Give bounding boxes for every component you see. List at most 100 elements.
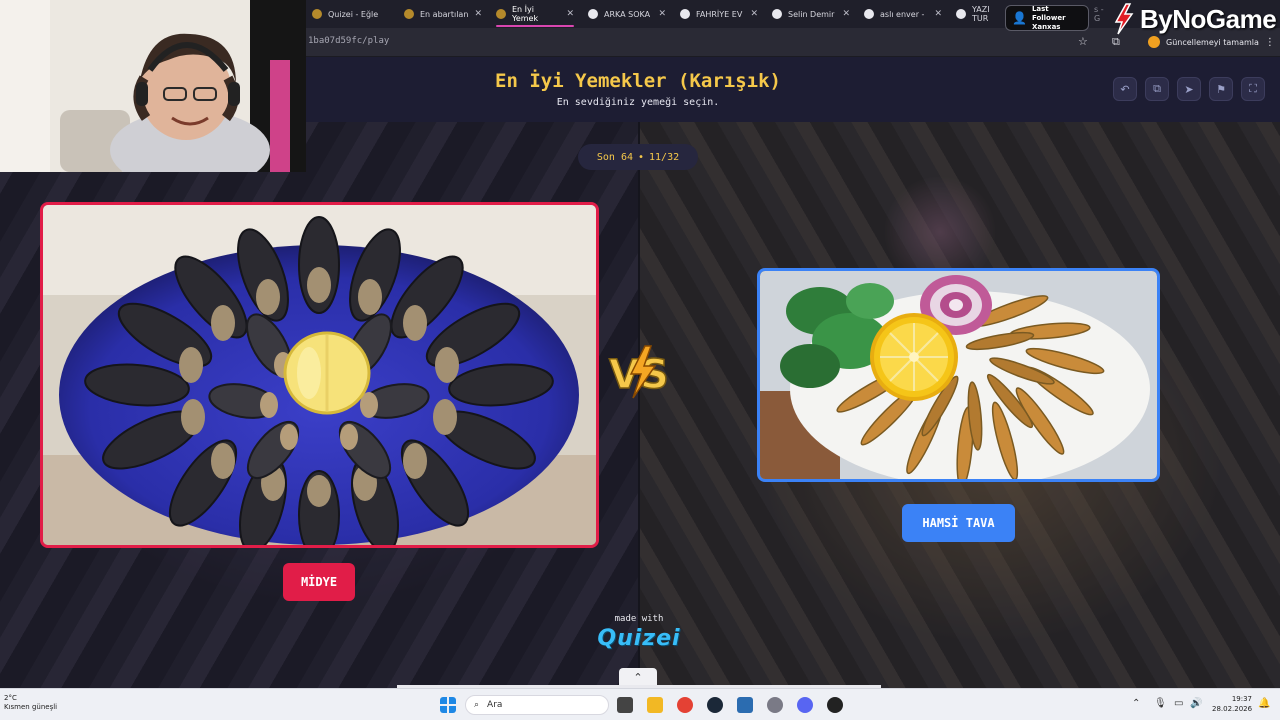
tab-label: FAHRİYE EV bbox=[696, 9, 743, 19]
file-explorer-icon[interactable] bbox=[647, 697, 663, 713]
report-button[interactable]: ⚑ bbox=[1209, 77, 1233, 101]
tab-fahriye[interactable]: FAHRİYE EV ✕ bbox=[674, 4, 764, 24]
quiz-header: En İyi Yemekler (Karışık) En sevdiğiniz … bbox=[306, 57, 1280, 122]
undo-icon: ↶ bbox=[1120, 82, 1130, 96]
quizei-favicon-icon bbox=[404, 9, 414, 19]
more-menu-icon[interactable]: ⋮ bbox=[1265, 37, 1275, 48]
tab-asli-enver[interactable]: aslı enver - ✕ bbox=[858, 4, 948, 24]
chevron-up-icon: ⌃ bbox=[633, 670, 643, 684]
streamer-webcam-image bbox=[0, 0, 306, 172]
tab-label: En İyi Yemek bbox=[512, 5, 539, 23]
share-button[interactable]: ⧉ bbox=[1145, 77, 1169, 101]
tab-selin-demir[interactable]: Selin Demir ✕ bbox=[766, 4, 856, 24]
tab-overflow: s - G bbox=[1088, 4, 1112, 24]
weather-temp: 2°C bbox=[4, 694, 17, 702]
choose-left-button[interactable]: MİDYE bbox=[283, 563, 355, 601]
search-icon: ⌕ bbox=[474, 700, 480, 710]
tab-en-iyi-yemek[interactable]: En İyi Yemek ✕ bbox=[490, 4, 580, 27]
url-field[interactable]: 1ba07d59fc/play bbox=[308, 36, 389, 46]
store-icon[interactable] bbox=[737, 697, 753, 713]
quiz-stage: Son 64 • 11/32 VS MİDYE HAMSİ TAVA made … bbox=[0, 122, 1280, 688]
follower-name: Xanxas bbox=[1031, 22, 1061, 31]
taskbar: 2°C Kısmen güneşli ⌕ Ara ⌃ 🎙 ▭ 🔊 19:37 2… bbox=[0, 688, 1280, 720]
tab-label: ARKA SOKA bbox=[604, 9, 651, 19]
search-placeholder: Ara bbox=[487, 700, 503, 710]
follower-title: Last Follower bbox=[1031, 4, 1066, 22]
tab-quizei[interactable]: Quizei - Eğle bbox=[306, 4, 398, 24]
tab-yazi-tura[interactable]: YAZI TUR bbox=[950, 4, 1006, 24]
close-icon[interactable]: ✕ bbox=[934, 9, 942, 19]
microphone-icon[interactable]: 🎙 bbox=[1154, 698, 1167, 709]
lemon-icon bbox=[283, 331, 371, 415]
system-clock[interactable]: 19:37 28.02.2026 bbox=[1212, 694, 1252, 714]
quiz-subtitle: En sevdiğiniz yemeği seçin. bbox=[556, 97, 720, 108]
vs-emblem-icon: VS bbox=[608, 345, 670, 399]
channel-brand: ByNoGame bbox=[1110, 0, 1280, 38]
windows-start-icon[interactable] bbox=[440, 697, 456, 713]
fullscreen-button[interactable]: ⛶ bbox=[1241, 77, 1265, 101]
tab-label: YAZI TUR bbox=[972, 5, 990, 23]
lemon-slice-icon bbox=[870, 313, 958, 401]
tab-label: aslı enver - bbox=[880, 9, 925, 19]
volume-icon[interactable]: 🔊 bbox=[1190, 698, 1202, 709]
screen: Quizei - Eğle En abartılan ✕ En İyi Yeme… bbox=[0, 0, 1280, 720]
discord-icon[interactable] bbox=[797, 697, 813, 713]
last-follower-badge: 👤 Last Follower Xanxas bbox=[1005, 5, 1089, 31]
send-icon: ➤ bbox=[1184, 82, 1194, 96]
round-progress: 11/32 bbox=[649, 151, 680, 163]
tab-label: Quizei - Eğle bbox=[328, 9, 379, 19]
close-icon[interactable]: ✕ bbox=[566, 9, 574, 19]
taskbar-search[interactable]: ⌕ Ara bbox=[465, 695, 609, 715]
mussels-plate-image bbox=[43, 205, 596, 545]
close-icon[interactable]: ✕ bbox=[750, 9, 758, 19]
choose-right-button[interactable]: HAMSİ TAVA bbox=[902, 504, 1015, 542]
quizei-favicon-icon bbox=[496, 9, 506, 19]
update-label: Güncellemeyi tamamla bbox=[1166, 37, 1259, 47]
left-choice-image[interactable] bbox=[40, 202, 599, 548]
tab-en-abartilan[interactable]: En abartılan ✕ bbox=[398, 4, 488, 24]
chrome-icon[interactable] bbox=[677, 697, 693, 713]
steam-icon[interactable] bbox=[707, 697, 723, 713]
notifications-icon[interactable]: 🔔 bbox=[1258, 698, 1270, 709]
flag-icon: ⚑ bbox=[1216, 82, 1226, 96]
user-icon: 👤 bbox=[1012, 11, 1027, 25]
close-icon[interactable]: ✕ bbox=[474, 9, 482, 19]
round-separator: • bbox=[637, 151, 645, 163]
center-divider bbox=[638, 122, 640, 688]
right-choice-image[interactable] bbox=[757, 268, 1160, 482]
bynogame-logo-icon bbox=[1114, 3, 1134, 35]
chevron-up-icon[interactable]: ⌃ bbox=[1132, 698, 1140, 709]
google-favicon-icon bbox=[772, 9, 782, 19]
task-view-icon[interactable] bbox=[617, 697, 633, 713]
quizei-logo[interactable]: Quizei bbox=[592, 626, 686, 651]
clock-date: 28.02.2026 bbox=[1212, 705, 1253, 713]
google-favicon-icon bbox=[680, 9, 690, 19]
channel-brand-name: ByNoGame bbox=[1140, 3, 1277, 34]
quizei-favicon-icon bbox=[312, 9, 322, 19]
send-button[interactable]: ➤ bbox=[1177, 77, 1201, 101]
weather-desc: Kısmen güneşli bbox=[4, 703, 58, 711]
tab-label: Selin Demir bbox=[788, 9, 835, 19]
undo-button[interactable]: ↶ bbox=[1113, 77, 1137, 101]
tab-label: En abartılan bbox=[420, 9, 469, 19]
tab-overflow-label: s - G bbox=[1094, 5, 1104, 23]
settings-gear-icon[interactable] bbox=[767, 697, 783, 713]
google-favicon-icon bbox=[864, 9, 874, 19]
fullscreen-icon: ⛶ bbox=[1249, 82, 1257, 95]
close-icon[interactable]: ✕ bbox=[658, 9, 666, 19]
close-icon[interactable]: ✕ bbox=[842, 9, 850, 19]
round-indicator: Son 64 • 11/32 bbox=[578, 144, 698, 170]
weather-widget[interactable]: 2°C Kısmen güneşli bbox=[4, 694, 57, 712]
obs-icon[interactable] bbox=[827, 697, 843, 713]
bookmark-star-icon[interactable]: ☆ bbox=[1078, 35, 1088, 48]
clock-time: 19:37 bbox=[1231, 695, 1252, 703]
round-stage: Son 64 bbox=[596, 151, 633, 163]
fried-anchovies-image bbox=[760, 271, 1157, 479]
quiz-title: En İyi Yemekler (Karışık) bbox=[495, 70, 781, 92]
webcam-overlay bbox=[0, 0, 306, 172]
tab-arka-sokak[interactable]: ARKA SOKA ✕ bbox=[582, 4, 672, 24]
google-favicon-icon bbox=[588, 9, 598, 19]
network-icon[interactable]: ▭ bbox=[1174, 698, 1183, 709]
share-icon: ⧉ bbox=[1153, 82, 1161, 95]
scroll-up-button[interactable]: ⌃ bbox=[619, 668, 657, 686]
